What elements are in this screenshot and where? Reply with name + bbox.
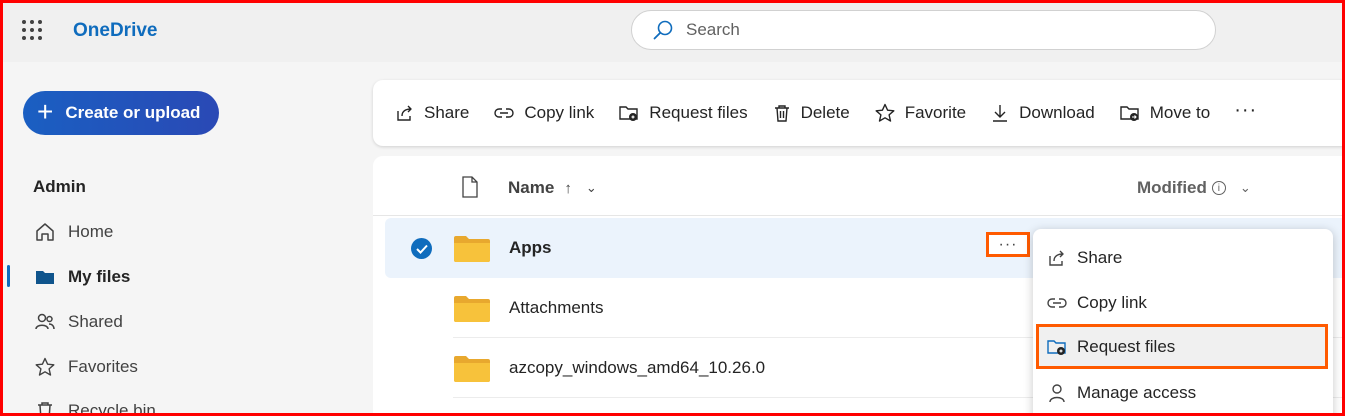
file-name[interactable]: azcopy_windows_amd64_10.26.0 — [509, 358, 765, 378]
context-menu-share[interactable]: Share — [1033, 238, 1333, 278]
sidebar-item-shared[interactable]: Shared — [33, 307, 123, 337]
home-icon — [33, 220, 57, 244]
sidebar-item-label: Shared — [68, 312, 123, 331]
chevron-down-icon: ⌄ — [1239, 180, 1251, 195]
list-header: Name ↑ ⌄ Modified i ⌄ — [373, 156, 1345, 216]
info-icon: i — [1211, 181, 1226, 195]
context-menu-label: Manage access — [1077, 383, 1197, 402]
sidebar-item-my-files[interactable]: My files — [33, 262, 130, 292]
trash-icon — [33, 399, 57, 416]
delete-label: Delete — [800, 103, 850, 122]
context-menu-label: Copy link — [1077, 293, 1147, 312]
active-indicator — [7, 265, 10, 287]
move-to-label: Move to — [1149, 103, 1211, 122]
context-menu-label: Request files — [1077, 336, 1176, 356]
file-name[interactable]: Apps — [509, 238, 552, 258]
request-files-label: Request files — [649, 103, 748, 122]
chevron-down-icon: ⌄ — [585, 180, 597, 195]
favorite-button[interactable]: Favorite — [874, 102, 966, 124]
people-icon — [33, 310, 57, 334]
search-icon — [653, 20, 673, 40]
modified-column-label: Modified — [1137, 178, 1207, 197]
share-button[interactable]: Share — [395, 103, 469, 123]
app-launcher-icon[interactable] — [22, 20, 42, 40]
folder-icon — [454, 356, 490, 382]
sort-ascending-icon: ↑ — [564, 179, 572, 197]
context-menu-copy-link[interactable]: Copy link — [1033, 283, 1333, 323]
search-input[interactable]: Search — [686, 20, 740, 40]
command-bar: Share Copy link Request files Delete Fav… — [373, 80, 1345, 146]
app-title[interactable]: OneDrive — [73, 20, 157, 42]
move-to-button[interactable]: Move to — [1119, 103, 1210, 123]
share-icon — [397, 105, 412, 121]
star-icon — [33, 355, 57, 379]
copy-link-button[interactable]: Copy link — [493, 103, 594, 123]
modified-column-header[interactable]: Modified i ⌄ — [1137, 178, 1251, 198]
link-icon — [1047, 298, 1067, 308]
plus-icon: + — [37, 96, 54, 127]
folder-icon — [33, 265, 57, 289]
share-label: Share — [424, 103, 470, 122]
sidebar-item-label: Favorites — [68, 357, 138, 376]
copy-link-label: Copy link — [524, 103, 595, 122]
file-type-icon — [462, 176, 478, 198]
more-commands-button[interactable]: ··· — [1234, 99, 1257, 122]
folder-move-icon — [1120, 106, 1139, 121]
delete-button[interactable]: Delete — [772, 103, 850, 123]
folder-icon — [454, 296, 490, 322]
more-actions-button[interactable]: ··· — [986, 232, 1030, 257]
sidebar-item-home[interactable]: Home — [33, 217, 113, 247]
checkmark-icon[interactable] — [411, 238, 432, 259]
favorite-label: Favorite — [904, 103, 967, 122]
folder-request-icon — [1047, 339, 1066, 355]
link-icon — [494, 108, 515, 118]
create-or-upload-label: Create or upload — [65, 103, 201, 122]
person-icon — [1049, 384, 1065, 403]
sidebar-item-label: Home — [68, 222, 114, 241]
name-column-label: Name — [508, 178, 555, 197]
create-or-upload-button[interactable]: + Create or upload — [23, 91, 219, 135]
sidebar-item-label: Recycle bin — [68, 401, 156, 416]
context-menu: Share Copy link Request files Manage acc… — [1033, 229, 1333, 416]
search-box[interactable]: Search — [631, 10, 1216, 50]
file-name[interactable]: Attachments — [509, 298, 604, 318]
sidebar-item-label: My files — [68, 267, 131, 286]
sidebar-item-favorites[interactable]: Favorites — [33, 352, 138, 382]
context-menu-label: Share — [1077, 248, 1123, 267]
share-icon — [1049, 250, 1064, 266]
folder-icon — [454, 236, 490, 262]
context-menu-manage-access[interactable]: Manage access — [1033, 373, 1333, 413]
top-bar: OneDrive Search — [0, 0, 1345, 62]
download-label: Download — [1019, 103, 1095, 122]
folder-request-icon — [619, 106, 638, 121]
sidebar-section-admin[interactable]: Admin — [33, 177, 86, 197]
context-menu-request-files[interactable]: Request files — [1036, 324, 1328, 369]
download-icon — [993, 105, 1008, 122]
star-icon — [875, 103, 895, 122]
sidebar-item-recycle-bin[interactable]: Recycle bin — [33, 396, 156, 416]
trash-icon — [774, 105, 789, 122]
download-button[interactable]: Download — [990, 103, 1095, 123]
name-column-header[interactable]: Name ↑ ⌄ — [508, 178, 597, 198]
request-files-button[interactable]: Request files — [618, 103, 748, 123]
